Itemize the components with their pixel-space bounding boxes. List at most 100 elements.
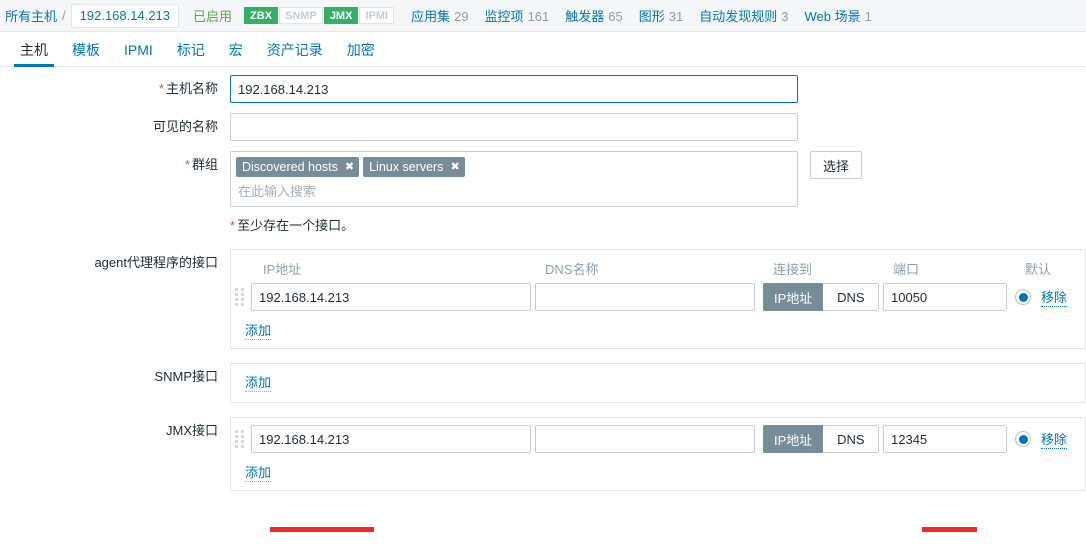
breadcrumb-all-hosts[interactable]: 所有主机 (5, 6, 57, 25)
breadcrumb-separator: / (62, 8, 66, 23)
label-jmx-interface: JMX接口 (165, 423, 218, 438)
label-visible-name: 可见的名称 (152, 119, 218, 134)
required-marker-host-name: * (158, 81, 164, 96)
snmp-add-interface-link[interactable]: 添加 (245, 372, 272, 392)
page-header-bar: 所有主机 / 192.168.14.213 已启用 ZBX SNMP JMX I… (0, 0, 1086, 32)
jmx-dns-input[interactable] (535, 425, 755, 453)
annotation-jmx-port-underline (922, 527, 977, 532)
host-config-tabs: 主机 模板 IPMI 标记 宏 资产记录 加密 (0, 33, 1086, 67)
control-host-name (230, 75, 1086, 103)
jmx-dns-cell (535, 425, 763, 453)
agent-ip-cell (235, 283, 535, 311)
breadcrumb-current-host[interactable]: 192.168.14.213 (70, 3, 180, 28)
agent-interface-box: IP地址 DNS名称 连接到 端口 默认 192.168.14.213 IP地址… (230, 249, 1086, 349)
count-triggers: 65 (608, 9, 623, 24)
visible-name-input[interactable] (230, 113, 798, 141)
count-applications: 29 (454, 9, 469, 24)
jmx-interface-box: IP地址 DNS 移除 添加 (230, 417, 1086, 491)
agent-default-radio[interactable] (1015, 289, 1031, 305)
label-snmp-interface: SNMP接口 (154, 369, 218, 384)
column-header-dns: DNS名称 (545, 261, 599, 277)
link-discovery-rules[interactable]: 自动发现规则 (699, 9, 777, 24)
header-link-discovery-rules: 自动发现规则 3 (699, 6, 788, 25)
group-chip-discovered-hosts[interactable]: Discovered hosts ✖ (236, 157, 360, 177)
interface-required-hint: * 至少存在一个接口。 (230, 217, 1086, 235)
groups-search-input[interactable] (236, 180, 792, 202)
remove-chip-icon[interactable]: ✖ (345, 161, 354, 173)
label-groups-text: 群组 (191, 157, 218, 172)
column-header-default: 默认 (1025, 261, 1052, 277)
tab-inventory[interactable]: 资产记录 (255, 42, 335, 66)
column-header-port: 端口 (893, 261, 920, 277)
badge-snmp[interactable]: SNMP (279, 7, 323, 24)
link-graphs[interactable]: 图形 (639, 9, 665, 24)
drag-handle-icon[interactable] (235, 430, 247, 448)
jmx-default-radio[interactable] (1015, 431, 1031, 447)
field-row-snmp-interface: SNMP接口 添加 (0, 363, 1086, 403)
jmx-connect-ip-option[interactable]: IP地址 (763, 425, 824, 453)
tab-host[interactable]: 主机 (8, 42, 60, 67)
jmx-ip-cell (235, 425, 535, 453)
tab-ipmi[interactable]: IPMI (112, 42, 165, 66)
header-link-web-scenarios: Web 场景 1 (804, 6, 871, 25)
control-visible-name (230, 113, 1086, 141)
groups-multiselect[interactable]: Discovered hosts ✖ Linux servers ✖ (230, 151, 798, 207)
tab-templates[interactable]: 模板 (60, 42, 112, 66)
agent-connect-to-toggle[interactable]: IP地址 DNS (763, 283, 880, 311)
badge-ipmi[interactable]: IPMI (359, 7, 395, 24)
required-marker-groups: * (184, 157, 190, 172)
jmx-port-input[interactable] (883, 425, 1007, 453)
jmx-connect-to-cell: IP地址 DNS (763, 425, 883, 453)
jmx-connect-dns-option[interactable]: DNS (823, 425, 880, 453)
jmx-ip-input[interactable] (251, 425, 531, 453)
field-row-visible-name: 可见的名称 (0, 113, 1086, 141)
group-chip-label: Linux servers (369, 160, 444, 174)
header-link-applications: 应用集 29 (411, 6, 468, 25)
drag-handle-icon[interactable] (235, 288, 247, 306)
group-chip-label: Discovered hosts (242, 160, 338, 174)
snmp-interface-box: 添加 (230, 363, 1086, 403)
agent-port-cell (883, 283, 1015, 311)
badge-zbx[interactable]: ZBX (244, 7, 279, 24)
agent-dns-cell (535, 283, 763, 311)
field-row-interface-hint: * 至少存在一个接口。 (0, 217, 1086, 235)
header-link-graphs: 图形 31 (639, 6, 683, 25)
tab-macros[interactable]: 宏 (217, 42, 255, 66)
interface-required-hint-text: 至少存在一个接口。 (237, 218, 355, 233)
agent-port-input[interactable] (883, 283, 1007, 311)
jmx-default-cell: 移除 (1015, 429, 1085, 449)
field-row-agent-interface: agent代理程序的接口 IP地址 DNS名称 连接到 端口 默认 192.16… (0, 249, 1086, 349)
jmx-interface-row: IP地址 DNS 移除 (231, 422, 1085, 456)
host-name-input[interactable] (230, 75, 798, 103)
link-triggers[interactable]: 触发器 (565, 9, 604, 24)
agent-connect-ip-option[interactable]: IP地址 (763, 283, 824, 311)
zabbix-host-config-page: 所有主机 / 192.168.14.213 已启用 ZBX SNMP JMX I… (0, 0, 1086, 550)
agent-ip-input[interactable] (251, 283, 531, 311)
jmx-connect-to-toggle[interactable]: IP地址 DNS (763, 425, 880, 453)
count-discovery-rules: 3 (781, 9, 789, 24)
label-host-name: * 主机名称 (0, 75, 230, 103)
host-form: *主机名称 可见的名称 *群组 Discovered hosts (0, 75, 1086, 501)
tab-encryption[interactable]: 加密 (335, 42, 387, 66)
agent-connect-dns-option[interactable]: DNS (823, 283, 880, 311)
link-applications[interactable]: 应用集 (411, 9, 450, 24)
annotation-jmx-ip-underline (270, 527, 374, 532)
required-marker-interface: * (230, 218, 236, 233)
link-items[interactable]: 监控项 (485, 9, 524, 24)
group-chip-linux-servers[interactable]: Linux servers ✖ (363, 157, 465, 177)
label-groups: * 群组 (0, 151, 230, 179)
jmx-port-cell (883, 425, 1015, 453)
agent-dns-input[interactable] (535, 283, 755, 311)
badge-jmx[interactable]: JMX (323, 7, 359, 24)
select-groups-button[interactable]: 选择 (810, 151, 863, 179)
link-web-scenarios[interactable]: Web 场景 (804, 9, 860, 24)
control-jmx-interface: IP地址 DNS 移除 添加 (230, 417, 1086, 491)
agent-add-interface-link[interactable]: 添加 (245, 320, 272, 340)
jmx-add-interface-link[interactable]: 添加 (245, 462, 272, 482)
header-link-items: 监控项 161 (485, 6, 550, 25)
control-agent-interface: IP地址 DNS名称 连接到 端口 默认 192.168.14.213 IP地址… (230, 249, 1086, 349)
tab-tags[interactable]: 标记 (165, 42, 217, 66)
jmx-remove-link[interactable]: 移除 (1041, 429, 1068, 449)
remove-chip-icon[interactable]: ✖ (450, 161, 459, 173)
agent-remove-link[interactable]: 移除 (1041, 287, 1068, 307)
